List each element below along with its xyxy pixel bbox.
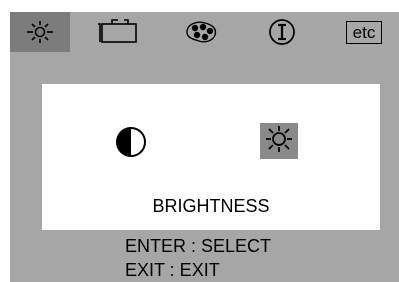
info-icon <box>266 17 298 47</box>
brightness-content-box: BRIGHTNESS <box>42 84 380 230</box>
tab-brightness[interactable] <box>10 12 70 52</box>
color-palette-icon <box>179 18 223 46</box>
enter-hint: ENTER : SELECT <box>125 236 272 256</box>
etc-label: etc <box>345 20 383 44</box>
screen-position-icon <box>88 18 144 46</box>
menu-title: BRIGHTNESS <box>152 196 270 216</box>
tab-color[interactable] <box>166 12 236 52</box>
brightness-option[interactable] <box>260 123 298 159</box>
tab-information[interactable] <box>252 12 312 52</box>
tab-geometry[interactable] <box>76 12 156 52</box>
exit-hint: EXIT : EXIT <box>125 260 220 280</box>
tab-etc[interactable]: etc <box>332 12 396 52</box>
contrast-icon <box>113 127 149 164</box>
sun-icon <box>264 124 294 159</box>
sun-icon <box>23 19 57 45</box>
osd-tab-bar: etc <box>10 12 399 52</box>
contrast-option[interactable] <box>113 124 149 165</box>
